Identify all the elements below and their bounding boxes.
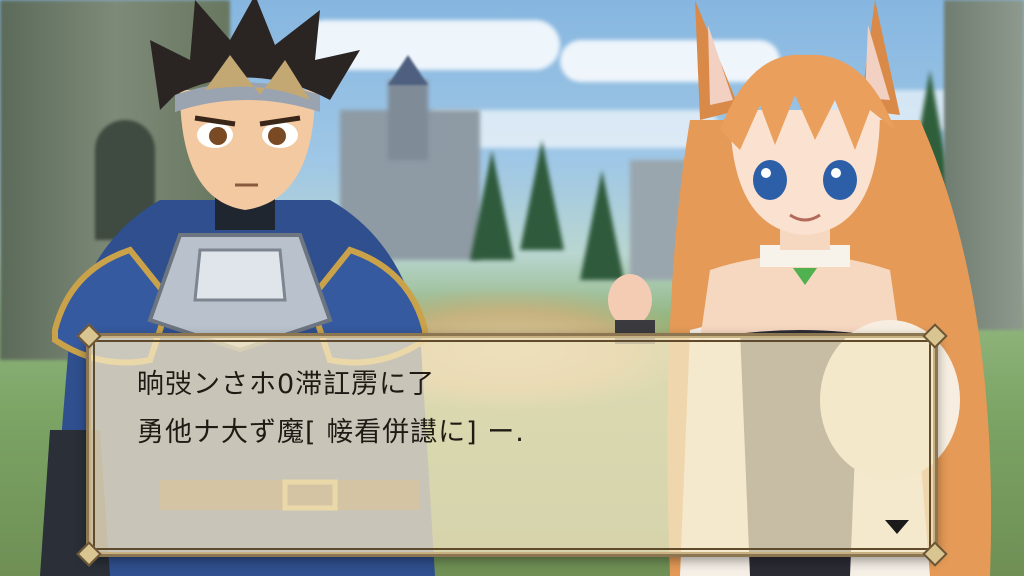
tree (470, 150, 514, 260)
triangle-down-icon[interactable] (885, 520, 909, 534)
dialogue-line-1: 晌弢ンさホ0滞訌雳に了 (137, 369, 436, 400)
tree (520, 140, 564, 250)
dialogue-line-2: 勇他ナ大ず魔[ 帹看併譿に] ー. (137, 417, 525, 448)
dialogue-box[interactable]: 晌弢ンさホ0滞訌雳に了 勇他ナ大ず魔[ 帹看併譿に] ー. (76, 323, 948, 567)
game-scene: 晌弢ンさホ0滞訌雳に了 勇他ナ大ず魔[ 帹看併譿に] ー. (0, 0, 1024, 576)
